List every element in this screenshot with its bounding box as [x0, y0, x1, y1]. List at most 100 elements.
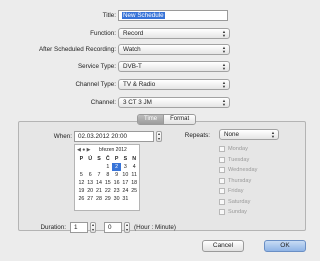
duration-minutes-stepper[interactable]: ▲ ▼: [124, 222, 130, 233]
repeat-day-checkbox[interactable]: Tuesday: [219, 156, 249, 163]
repeat-day-label: Monday: [228, 146, 248, 152]
calendar-weekday: P: [114, 156, 119, 162]
calendar-day[interactable]: 23: [112, 187, 121, 195]
calendar-day: [95, 163, 104, 171]
service-type-select[interactable]: DVB-T ▲ ▼: [118, 61, 230, 72]
duration-minutes-input[interactable]: 0: [104, 222, 122, 233]
calendar-day[interactable]: 22: [103, 187, 112, 195]
calendar-weekday: Ú: [88, 156, 93, 162]
repeats-select[interactable]: None ▲ ▼: [219, 129, 279, 140]
calendar-day[interactable]: 4: [130, 163, 139, 171]
channel-label: Channel:: [90, 99, 116, 106]
calendar-day[interactable]: 14: [95, 179, 104, 187]
select-arrows-icon: ▲ ▼: [222, 45, 226, 54]
repeat-day-checkbox[interactable]: Sunday: [219, 209, 247, 215]
calendar: ◀ ● ▶ březen 2012 P Ú S Č P S N 1 2 3 4 5 6 7 8 9 10 11 12…: [74, 144, 140, 211]
calendar-day: [130, 195, 139, 203]
function-select[interactable]: Record ▲ ▼: [118, 28, 230, 39]
calendar-day[interactable]: 29: [103, 195, 112, 203]
checkbox-icon: [219, 146, 225, 152]
channel-type-label: Channel Type:: [75, 81, 117, 88]
calendar-month: březen 2012: [99, 147, 127, 153]
calendar-day[interactable]: 17: [121, 179, 130, 187]
calendar-day[interactable]: 13: [86, 179, 95, 187]
repeat-day-label: Saturday: [228, 198, 251, 205]
calendar-day[interactable]: 16: [112, 179, 121, 187]
tab-bar: Time Format: [137, 114, 197, 125]
calendar-day[interactable]: 10: [121, 171, 130, 179]
repeat-day-checkbox[interactable]: Saturday: [219, 198, 251, 205]
calendar-weekday: S: [123, 156, 128, 162]
select-arrows-icon: ▲ ▼: [222, 62, 226, 71]
duration-hours-stepper[interactable]: ▲ ▼: [90, 222, 96, 233]
repeats-label: Repeats:: [184, 132, 210, 139]
checkbox-icon: [219, 167, 225, 173]
calendar-day: [86, 163, 95, 171]
checkbox-icon: [219, 156, 225, 163]
calendar-day[interactable]: 31: [121, 195, 130, 203]
function-label: Function:: [90, 30, 116, 37]
calendar-day[interactable]: 11: [130, 171, 139, 179]
calendar-day[interactable]: 7: [95, 171, 104, 179]
cancel-button[interactable]: Cancel: [202, 240, 244, 252]
calendar-day[interactable]: 6: [86, 171, 95, 179]
when-stepper[interactable]: ▲ ▼: [156, 131, 162, 142]
calendar-week: 5 6 7 8 9 10 11: [77, 171, 139, 179]
after-recording-select[interactable]: Watch ▲ ▼: [118, 44, 230, 55]
calendar-day[interactable]: 3: [121, 163, 130, 171]
tab-time[interactable]: Time: [138, 115, 164, 124]
calendar-day[interactable]: 9: [112, 171, 121, 179]
calendar-week: 1234: [77, 163, 139, 171]
calendar-day[interactable]: 18: [130, 179, 139, 187]
repeat-day-label: Wednesday: [228, 167, 258, 173]
title-input[interactable]: New Schedule: [118, 10, 228, 21]
calendar-day[interactable]: 25: [130, 187, 139, 195]
repeat-day-label: Sunday: [228, 209, 247, 215]
select-arrows-icon: ▲ ▼: [271, 130, 275, 139]
calendar-day[interactable]: 24: [121, 187, 130, 195]
when-input[interactable]: 02.03.2012 20:00: [74, 131, 154, 142]
calendar-week: 19 20 21 22 23 24 25: [77, 187, 139, 195]
calendar-day[interactable]: 12: [77, 179, 86, 187]
duration-units: (Hour : Minute): [134, 224, 176, 231]
channel-select[interactable]: 3 CT 3 JM ▲ ▼: [118, 97, 230, 108]
repeat-day-checkbox[interactable]: Friday: [219, 188, 244, 194]
checkbox-icon: [219, 198, 225, 205]
checkbox-icon: [219, 188, 225, 194]
calendar-day[interactable]: 26: [77, 195, 86, 203]
tab-format[interactable]: Format: [163, 115, 196, 124]
repeat-day-checkbox[interactable]: Wednesday: [219, 167, 257, 173]
select-arrows-icon: ▲ ▼: [222, 29, 226, 38]
duration-hours-input[interactable]: 1: [70, 222, 88, 233]
calendar-nav-icon[interactable]: ◀ ● ▶: [77, 147, 91, 153]
calendar-day[interactable]: 19: [77, 187, 86, 195]
ok-button[interactable]: OK: [264, 240, 306, 252]
calendar-day[interactable]: 5: [77, 171, 86, 179]
calendar-day[interactable]: 2: [112, 163, 121, 171]
channel-type-select[interactable]: TV & Radio ▲ ▼: [118, 79, 230, 90]
calendar-week: 12 13 14 15 16 17 18: [77, 179, 139, 187]
repeat-day-checkbox[interactable]: Thursday: [219, 177, 252, 184]
calendar-grid: P Ú S Č P S N 1 2 3 4 5 6 7 8 9 10 11 12 13 14 15 16 17 18 19 20 21…: [77, 155, 139, 203]
calendar-weekday: N: [132, 156, 137, 162]
select-arrows-icon: ▲ ▼: [222, 98, 226, 107]
calendar-day[interactable]: 8: [103, 171, 112, 179]
calendar-day[interactable]: 30: [112, 195, 121, 203]
after-recording-label: After Scheduled Recording:: [38, 46, 116, 53]
calendar-day[interactable]: 1: [103, 163, 112, 171]
duration-label: Duration:: [40, 224, 66, 231]
calendar-day[interactable]: 20: [86, 187, 95, 195]
repeat-day-checkbox[interactable]: Monday: [219, 146, 248, 152]
repeat-day-label: Thursday: [228, 177, 252, 184]
when-label: When:: [53, 133, 72, 140]
calendar-week: 26 27 28 29 30 31: [77, 195, 139, 203]
calendar-day[interactable]: 27: [86, 195, 95, 203]
calendar-day[interactable]: 15: [103, 179, 112, 187]
select-arrows-icon: ▲ ▼: [222, 80, 226, 89]
checkbox-icon: [219, 177, 225, 184]
calendar-weekday-row: PÚSČPSN: [77, 155, 139, 163]
calendar-day[interactable]: 28: [95, 195, 104, 203]
checkbox-icon: [219, 209, 225, 215]
calendar-weekday: S: [97, 156, 101, 162]
calendar-day[interactable]: 21: [95, 187, 104, 195]
